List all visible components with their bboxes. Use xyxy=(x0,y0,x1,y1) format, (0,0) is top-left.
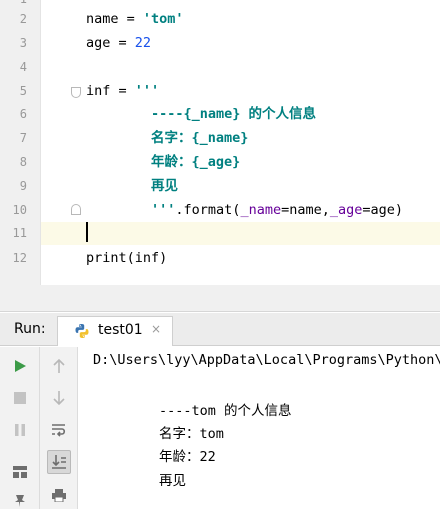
run-toolbar-secondary xyxy=(40,347,78,509)
stop-icon xyxy=(14,392,26,404)
code-text: print(inf) xyxy=(86,250,168,266)
up-button[interactable] xyxy=(47,354,71,378)
code-line: 2 name = 'tom' xyxy=(0,8,440,31)
code-line: 12 print(inf) xyxy=(0,247,440,270)
code-line: 9 再见 xyxy=(0,175,440,198)
code-text: inf = ''' xyxy=(86,83,160,99)
code-text: 再见 xyxy=(86,178,179,194)
pause-icon xyxy=(15,424,25,436)
console-output-line: 再见 xyxy=(159,473,186,489)
code-text: 年龄：{_age} xyxy=(86,154,241,170)
print-icon xyxy=(52,489,66,502)
text-caret xyxy=(86,222,88,242)
line-number: 4 xyxy=(19,60,27,74)
code-text: name = 'tom' xyxy=(86,11,184,27)
run-panel-header: Run: test01 × xyxy=(0,313,440,346)
up-arrow-icon xyxy=(53,358,65,373)
run-config-tab[interactable]: test01 × xyxy=(57,316,173,346)
line-number: 6 xyxy=(19,107,27,121)
code-text: '''.format(_name=name,_age=age) xyxy=(86,202,404,218)
code-text: age = 22 xyxy=(86,35,152,51)
console-output-line: 名字：tom xyxy=(159,426,224,442)
pin-button[interactable] xyxy=(8,489,32,509)
console-output-line: 年龄：22 xyxy=(159,449,216,465)
rerun-button[interactable] xyxy=(8,354,32,378)
line-number: 10 xyxy=(12,203,27,217)
code-text: 名字：{_name} xyxy=(86,130,249,146)
scroll-to-end-icon xyxy=(52,455,66,469)
pin-icon xyxy=(15,495,25,507)
layout-icon xyxy=(13,466,27,478)
close-icon[interactable]: × xyxy=(151,322,161,336)
code-line: 3 age = 22 xyxy=(0,32,440,55)
fold-marker-icon[interactable] xyxy=(71,87,81,98)
console-path-line: D:\Users\lyy\AppData\Local\Programs\Pyth… xyxy=(93,352,440,368)
code-line: 8 年龄：{_age} xyxy=(0,151,440,174)
scroll-to-end-button[interactable] xyxy=(47,450,71,474)
code-line: 4 xyxy=(0,56,440,79)
python-icon xyxy=(75,324,89,338)
code-text: ----{_name} 的个人信息 xyxy=(86,106,317,122)
panel-divider[interactable] xyxy=(0,285,440,312)
rerun-icon xyxy=(15,360,26,372)
console-output[interactable]: D:\Users\lyy\AppData\Local\Programs\Pyth… xyxy=(78,347,440,509)
code-line: 7 名字：{_name} xyxy=(0,127,440,150)
line-number: 5 xyxy=(19,84,27,98)
down-arrow-icon xyxy=(53,391,65,406)
code-editor[interactable]: 1 2 name = 'tom' 3 age = 22 4 5 inf = ''… xyxy=(0,0,440,285)
code-line: 5 inf = ''' xyxy=(0,80,440,103)
print-button[interactable] xyxy=(47,483,71,507)
line-number: 9 xyxy=(19,179,27,193)
run-toolbar-primary xyxy=(0,347,40,509)
line-number: 11 xyxy=(12,226,27,240)
code-line: 11 xyxy=(0,222,440,245)
layout-button[interactable] xyxy=(8,460,32,484)
code-line: 6 ----{_name} 的个人信息 xyxy=(0,103,440,126)
stop-button[interactable] xyxy=(8,386,32,410)
line-number: 3 xyxy=(19,36,27,50)
run-label: Run: xyxy=(14,321,46,337)
soft-wrap-icon xyxy=(52,424,66,437)
line-number: 2 xyxy=(19,12,27,26)
line-number: 8 xyxy=(19,155,27,169)
down-button[interactable] xyxy=(47,386,71,410)
pause-button[interactable] xyxy=(8,418,32,442)
fold-marker-icon[interactable] xyxy=(71,204,81,215)
line-number: 7 xyxy=(19,131,27,145)
code-line: 10 '''.format(_name=name,_age=age) xyxy=(0,199,440,222)
line-number: 12 xyxy=(12,251,27,265)
run-tab-label: test01 xyxy=(98,322,143,338)
console-output-line: ----tom 的个人信息 xyxy=(159,403,292,419)
soft-wrap-button[interactable] xyxy=(47,418,71,442)
